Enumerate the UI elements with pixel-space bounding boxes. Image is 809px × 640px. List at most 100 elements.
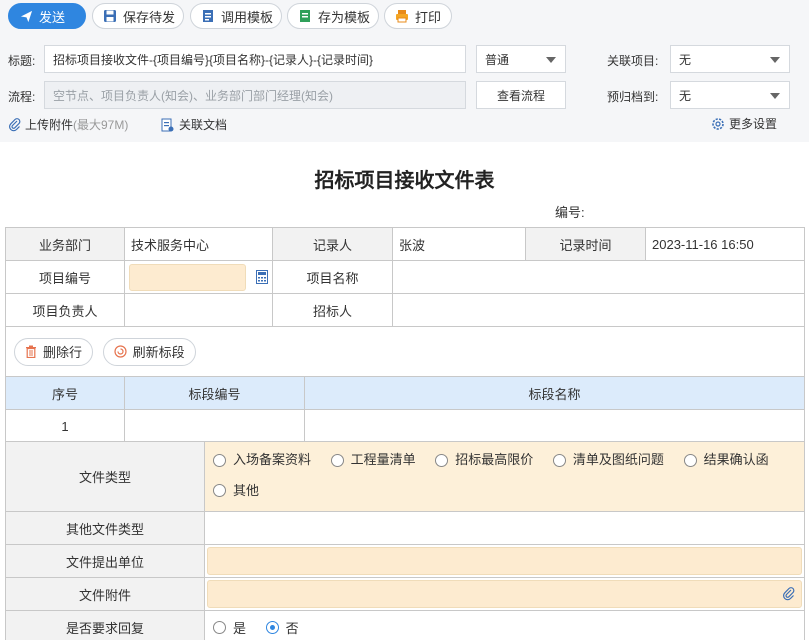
title-label: 标题: xyxy=(8,54,36,68)
related-project-select[interactable]: 无 xyxy=(670,45,790,73)
dept-value: 技术服务中心 xyxy=(124,227,273,261)
file-type-option[interactable]: 招标最高限价 xyxy=(435,446,533,474)
col-seq-header: 序号 xyxy=(5,376,125,410)
chevron-down-icon xyxy=(770,57,780,63)
view-flow-button[interactable]: 查看流程 xyxy=(476,81,566,109)
recorder-label: 记录人 xyxy=(272,227,393,261)
radio-icon xyxy=(683,453,697,467)
delete-row-label: 删除行 xyxy=(43,345,83,360)
archive-value: 无 xyxy=(679,88,692,103)
project-name-value[interactable] xyxy=(392,260,805,294)
project-lead-value[interactable] xyxy=(124,293,273,327)
col-section-no-header: 标段编号 xyxy=(124,376,305,410)
template-icon xyxy=(201,9,215,23)
row-section-name[interactable] xyxy=(304,409,805,443)
tenderer-label: 招标人 xyxy=(272,293,393,327)
title-input[interactable]: 招标项目接收文件-{项目编号}{项目名称}-{记录人}-{记录时间} xyxy=(44,45,466,73)
radio-icon xyxy=(552,453,566,467)
refresh-section-button[interactable]: 刷新标段 xyxy=(102,337,196,366)
calculator-icon[interactable] xyxy=(256,270,268,284)
paperclip-icon[interactable] xyxy=(783,587,795,601)
code-label: 编号: xyxy=(555,205,585,220)
file-type-option-label: 清单及图纸问题 xyxy=(572,452,664,467)
use-template-label: 调用模板 xyxy=(221,9,274,25)
send-button[interactable]: 发送 xyxy=(8,3,86,29)
attachment-cell xyxy=(204,577,805,611)
file-type-option[interactable]: 工程量清单 xyxy=(330,446,416,474)
send-icon xyxy=(19,9,33,23)
radio-selected-icon xyxy=(265,620,279,634)
file-type-option-label: 结果确认函 xyxy=(703,452,769,467)
save-template-button[interactable]: 存为模板 xyxy=(287,3,379,29)
record-time-value: 2023-11-16 16:50 xyxy=(645,227,805,261)
view-flow-label: 查看流程 xyxy=(496,88,545,103)
project-no-label: 项目编号 xyxy=(5,260,125,294)
file-type-option-label: 工程量清单 xyxy=(350,452,416,467)
print-button[interactable]: 打印 xyxy=(384,3,452,29)
print-label: 打印 xyxy=(415,9,442,25)
more-settings-link[interactable]: 更多设置 xyxy=(711,115,777,132)
save-draft-button[interactable]: 保存待发 xyxy=(92,3,184,29)
project-no-cell xyxy=(124,260,273,294)
title-value: 招标项目接收文件-{项目编号}{项目名称}-{记录人}-{记录时间} xyxy=(53,52,374,67)
file-type-option[interactable]: 其他 xyxy=(213,477,259,505)
related-docs-link[interactable]: 关联文档 xyxy=(161,116,227,133)
row-section-no[interactable] xyxy=(124,409,305,443)
section-table: 序号 标段编号 标段名称 1 xyxy=(5,376,805,443)
file-type-option[interactable]: 入场备案资料 xyxy=(213,446,311,474)
radio-icon xyxy=(435,453,449,467)
file-type-label: 文件类型 xyxy=(5,441,205,512)
related-docs-label: 关联文档 xyxy=(179,118,228,132)
reply-yes-label: 是 xyxy=(233,620,247,636)
priority-select[interactable]: 普通 xyxy=(476,45,566,73)
attachment-input[interactable] xyxy=(207,580,802,608)
flow-placeholder: 空节点、项目负责人(知会)、业务部门部门经理(知会) xyxy=(53,88,333,103)
file-type-option-label: 入场备案资料 xyxy=(233,452,312,467)
archive-label: 预归档到: xyxy=(607,90,659,104)
reply-label: 是否要求回复 xyxy=(5,610,205,640)
dept-label: 业务部门 xyxy=(5,227,125,261)
reply-yes-radio[interactable]: 是 xyxy=(213,618,246,637)
file-type-option[interactable]: 结果确认函 xyxy=(683,446,769,474)
submit-unit-input[interactable] xyxy=(207,547,802,575)
related-project-label: 关联项目: xyxy=(607,54,659,68)
file-type-option[interactable]: 清单及图纸问题 xyxy=(552,446,664,474)
row-seq: 1 xyxy=(5,409,125,443)
archive-select[interactable]: 无 xyxy=(670,81,790,109)
file-type-options: 入场备案资料 工程量清单 招标最高限价 清单及图纸问题 结果确认函 其他 xyxy=(204,441,805,512)
save-draft-label: 保存待发 xyxy=(123,9,176,25)
project-no-input[interactable] xyxy=(129,263,246,291)
submit-unit-label: 文件提出单位 xyxy=(5,544,205,578)
tenderer-value[interactable] xyxy=(392,293,805,327)
chevron-down-icon xyxy=(770,93,780,99)
form-title: 招标项目接收文件表 xyxy=(314,170,495,192)
save-icon xyxy=(103,9,117,23)
trash-icon xyxy=(25,345,37,358)
upload-attachment-label: 上传附件 xyxy=(25,118,74,132)
top-toolbar-area: 发送 保存待发 调用模板 存为模板 打印 标题: 招标项目接收文件-{项目编号}… xyxy=(0,0,809,142)
chevron-down-icon xyxy=(546,57,556,63)
gear-icon xyxy=(711,117,725,131)
table-row: 1 xyxy=(5,409,805,443)
printer-icon xyxy=(395,9,409,23)
flow-label: 流程: xyxy=(8,90,36,104)
record-time-label: 记录时间 xyxy=(525,227,646,261)
file-type-option-label: 其他 xyxy=(233,482,260,498)
refresh-icon xyxy=(114,345,127,358)
upload-attachment-link[interactable]: 上传附件 (最大97M) xyxy=(9,116,128,133)
flow-input[interactable]: 空节点、项目负责人(知会)、业务部门部门经理(知会) xyxy=(44,81,466,109)
file-type-option-label: 招标最高限价 xyxy=(455,452,534,467)
reply-no-label: 否 xyxy=(285,620,299,636)
reply-no-radio[interactable]: 否 xyxy=(265,618,299,637)
project-name-label: 项目名称 xyxy=(272,260,393,294)
attachment-label: 文件附件 xyxy=(5,577,205,611)
delete-row-button[interactable]: 删除行 xyxy=(14,337,94,366)
use-template-button[interactable]: 调用模板 xyxy=(190,3,282,29)
radio-icon xyxy=(330,453,344,467)
col-section-name-header: 标段名称 xyxy=(304,376,805,410)
recorder-value: 张波 xyxy=(392,227,526,261)
refresh-section-label: 刷新标段 xyxy=(132,345,185,360)
related-project-value: 无 xyxy=(679,52,692,67)
other-type-input[interactable] xyxy=(204,511,805,545)
save-template-label: 存为模板 xyxy=(318,9,371,25)
